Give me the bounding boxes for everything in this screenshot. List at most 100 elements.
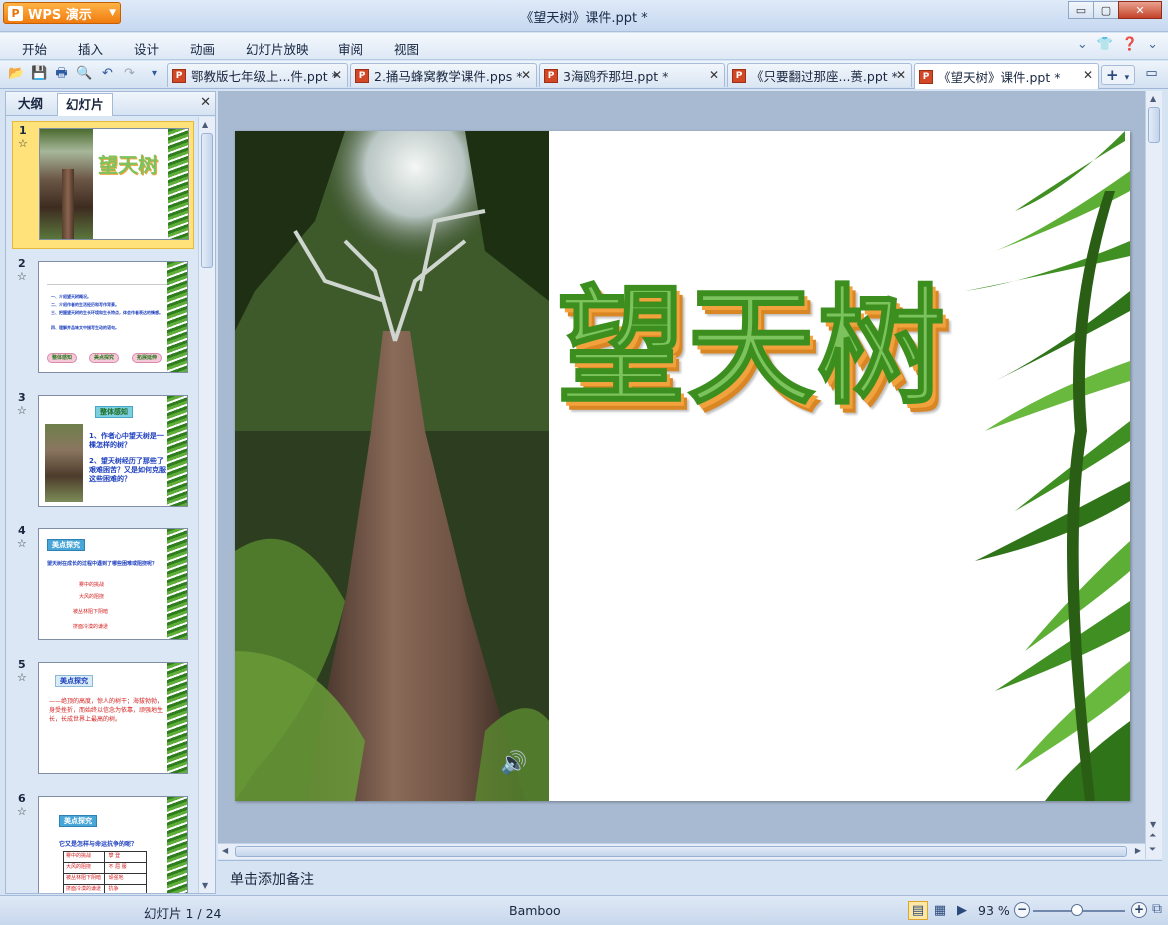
thumb-item: 雾中的挑战: [79, 582, 105, 588]
menu-bar: 开始 插入 设计 动画 幻灯片放映 审阅 视图 ⌄ 👕 ❓ ⌄: [0, 33, 1168, 60]
next-slide-icon[interactable]: ⏷: [1149, 845, 1156, 855]
thumb-line: 一、介绍望天树概况。: [51, 294, 91, 299]
doc-tab-3[interactable]: P 3海鸥乔那坦.ppt * ✕: [539, 63, 725, 87]
notes-placeholder[interactable]: 单击添加备注: [230, 872, 314, 888]
close-tab-icon[interactable]: ✕: [896, 68, 906, 82]
animation-star-icon: ☆: [17, 404, 27, 417]
slide-thumbnail-2[interactable]: 2 ☆ 一、介绍望天树概况。 二、介绍作者的生活经历和写作背景。 三、把握望天树…: [12, 255, 194, 383]
thumb-line: 2、望天树经历了那些了艰难困苦？又是如何克服这些困难的？: [89, 457, 166, 483]
menu-insert[interactable]: 插入: [78, 39, 103, 58]
thumb-tag: 美点探究: [59, 815, 97, 827]
tree-photo[interactable]: [235, 131, 549, 801]
previous-slide-icon[interactable]: ⏶: [1149, 831, 1156, 841]
title-bar: P WPS 演示 ▼ 《望天树》课件.ppt * ▭ ▢ ✕: [0, 0, 1168, 32]
animation-star-icon: ☆: [17, 270, 27, 283]
thumb-tag: 美点探究: [55, 675, 93, 687]
minimize-button[interactable]: ▭: [1068, 1, 1094, 19]
zoom-slider-handle[interactable]: [1071, 904, 1083, 916]
theme-name: Bamboo: [509, 903, 561, 918]
menu-review[interactable]: 审阅: [338, 39, 363, 58]
fit-window-icon[interactable]: ⧉: [1152, 901, 1162, 917]
redo-icon[interactable]: ↷: [121, 65, 138, 82]
thumb-line: 二、介绍作者的生活经历和写作背景。: [51, 302, 119, 307]
scroll-up-icon[interactable]: ▲: [202, 120, 208, 129]
slide-thumbnail-4[interactable]: 4 ☆ 美点探究 望天树在成长的过程中遇到了哪些困难或阻挠呢？ 雾中的挑战 大风…: [12, 522, 194, 650]
minimize-icon: ▭: [1075, 3, 1087, 17]
ppt-file-icon: P: [172, 68, 186, 83]
save-icon[interactable]: 💾: [31, 65, 48, 82]
slide-thumbnail-1[interactable]: 1 ☆ 望天树: [12, 121, 194, 249]
ribbon-options-icon[interactable]: ⌄: [1147, 37, 1158, 52]
tab-slides[interactable]: 幻灯片: [57, 93, 113, 116]
table-cell: 抗争: [108, 886, 119, 892]
close-tab-icon[interactable]: ✕: [1083, 68, 1093, 82]
scroll-thumb[interactable]: [201, 133, 213, 268]
print-icon[interactable]: 🖶: [53, 65, 70, 82]
table-cell: 不 屈 服: [108, 864, 127, 870]
slide-thumbnail-3[interactable]: 3 ☆ 整体感知 1、作者心中望天树是一棵怎样的树？ 2、望天树经历了那些了艰难…: [12, 389, 194, 517]
undo-icon[interactable]: ↶: [99, 65, 116, 82]
skin-icon[interactable]: 👕: [1097, 37, 1113, 52]
thumb-line: 1、作者心中望天树是一棵怎样的树？: [89, 432, 164, 449]
tree-trunk-thumb: [62, 169, 74, 239]
slide-title[interactable]: 望天树: [556, 243, 947, 428]
close-panel-icon[interactable]: ✕: [200, 95, 211, 110]
collapse-ribbon-icon[interactable]: ⌄: [1077, 37, 1088, 52]
thumb-item: 被丛林阻下阴暗: [73, 609, 109, 615]
menu-home[interactable]: 开始: [22, 39, 47, 58]
doc-tab-5-active[interactable]: P 《望天树》课件.ppt * ✕: [914, 63, 1099, 89]
scroll-up-icon[interactable]: ▲: [1150, 94, 1156, 103]
current-slide[interactable]: 望天树 🔊: [235, 131, 1130, 801]
scroll-down-icon[interactable]: ▼: [1150, 820, 1156, 829]
scroll-down-icon[interactable]: ▼: [202, 881, 208, 890]
notes-pane[interactable]: 单击添加备注: [218, 860, 1162, 894]
bamboo-decoration: [167, 396, 187, 506]
doc-tab-4[interactable]: P 《只要翻过那座...蒉.ppt * ✕: [727, 63, 912, 87]
menu-design[interactable]: 设计: [134, 39, 159, 58]
maximize-button[interactable]: ▢: [1093, 1, 1119, 19]
doc-tab-2[interactable]: P 2.捅马蜂窝教学课件.pps * ✕: [350, 63, 537, 87]
zoom-level: 93 %: [978, 903, 1010, 918]
slide-thumbnail-list: 1 ☆ 望天树 2 ☆ 一、介绍望天树概况。 二、介绍作者的生活经历和写作背景。…: [6, 117, 198, 893]
scroll-left-icon[interactable]: ◀: [222, 846, 228, 855]
close-tab-icon[interactable]: ✕: [332, 68, 342, 82]
zoom-in-icon[interactable]: +: [1131, 902, 1147, 918]
table-cell: 攀 登: [108, 853, 121, 859]
ppt-file-icon: P: [919, 69, 933, 84]
scroll-thumb[interactable]: [1148, 107, 1160, 143]
slide-horizontal-scrollbar[interactable]: ◀ ▶: [218, 843, 1145, 859]
scroll-right-icon[interactable]: ▶: [1135, 846, 1141, 855]
speaker-icon[interactable]: 🔊: [500, 751, 527, 776]
slide-preview: 美点探究 望天树在成长的过程中遇到了哪些困难或阻挠呢？ 雾中的挑战 大风的阻挠 …: [38, 528, 188, 640]
zoom-out-icon[interactable]: −: [1014, 902, 1030, 918]
tab-outline[interactable]: 大纲: [10, 93, 51, 116]
thumbnail-scrollbar[interactable]: ▲ ▼: [198, 117, 215, 893]
thumb-button: 美点探究: [89, 353, 119, 363]
new-tab-button[interactable]: + ▾: [1101, 65, 1135, 85]
menu-animation[interactable]: 动画: [190, 39, 215, 58]
slideshow-view-icon[interactable]: ▶: [952, 901, 972, 920]
slide-vertical-scrollbar[interactable]: ▲ ▼ ⏶ ⏷: [1145, 91, 1162, 859]
slide-thumbnail-6[interactable]: 6 ☆ 美点探究 它又是怎样与命运抗争的呢？ 雾中的挑战攀 登 大风的阻挠不 屈…: [12, 790, 194, 893]
animation-star-icon: ☆: [17, 537, 27, 550]
scroll-thumb[interactable]: [235, 846, 1127, 857]
close-tab-icon[interactable]: ✕: [709, 68, 719, 82]
close-window-button[interactable]: ✕: [1118, 1, 1162, 19]
menu-view[interactable]: 视图: [394, 39, 419, 58]
bamboo-leaves: [965, 131, 1130, 801]
ppt-file-icon: P: [544, 68, 558, 83]
menu-slideshow[interactable]: 幻灯片放映: [246, 39, 309, 58]
slide-preview: 整体感知 1、作者心中望天树是一棵怎样的树？ 2、望天树经历了那些了艰难困苦？又…: [38, 395, 188, 507]
slide-counter: 幻灯片 1 / 24: [144, 906, 222, 921]
customize-toolbar-icon[interactable]: ▾: [146, 65, 163, 82]
doc-tab-1[interactable]: P 鄂教版七年级上...件.ppt * ✕: [167, 63, 348, 87]
tab-list-icon[interactable]: ▭: [1143, 65, 1160, 82]
slide-thumbnail-5[interactable]: 5 ☆ 美点探究 ——绝顶的高度，惊人的树干；海拔勃勃，身受挫折，而始终以信念为…: [12, 656, 194, 784]
new-tab-dropdown-icon[interactable]: ▾: [1125, 73, 1130, 83]
close-tab-icon[interactable]: ✕: [521, 68, 531, 82]
print-preview-icon[interactable]: 🔍: [76, 65, 93, 82]
slide-sorter-view-icon[interactable]: ▦: [930, 901, 950, 920]
open-icon[interactable]: 📂: [8, 65, 25, 82]
help-icon[interactable]: ❓: [1122, 37, 1138, 52]
normal-view-icon[interactable]: ▤: [908, 901, 928, 920]
